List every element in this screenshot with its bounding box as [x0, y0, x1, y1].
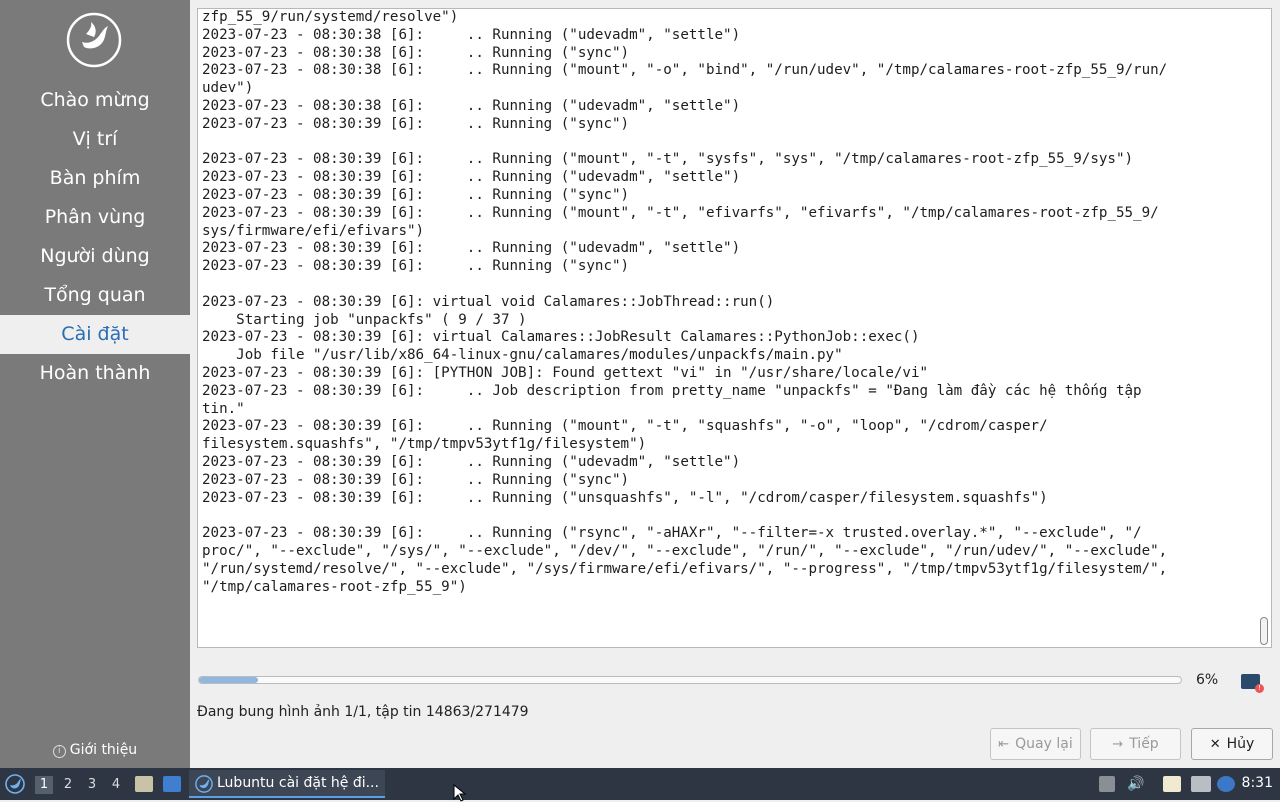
back-label: Quay lại	[1015, 736, 1073, 752]
info-icon: i	[52, 745, 66, 758]
workspace-3[interactable]: 3	[83, 776, 101, 794]
start-menu-icon[interactable]	[5, 774, 25, 794]
back-button[interactable]: ⇤ Quay lại	[990, 728, 1081, 760]
install-status-text: Đang bung hình ảnh 1/1, tập tin 14863/27…	[197, 704, 529, 720]
cancel-button[interactable]: ✕ Hủy	[1191, 728, 1273, 760]
install-progress-fill	[199, 677, 258, 683]
cancel-label: Hủy	[1226, 736, 1255, 752]
task-button-installer[interactable]: Lubuntu cài đặt hệ đi...	[189, 770, 385, 798]
sidebar-step-install: Cài đặt	[0, 315, 190, 354]
show-desktop-icon[interactable]	[163, 776, 181, 792]
sidebar-step-welcome: Chào mừng	[40, 89, 150, 111]
clipboard-icon[interactable]	[1163, 776, 1181, 792]
about-label: Giới thiệu	[69, 742, 138, 758]
next-button[interactable]: → Tiếp	[1090, 728, 1181, 760]
file-manager-icon[interactable]	[135, 776, 153, 792]
sidebar: Chào mừng Vị trí Bàn phím Phân vùng Ngườ…	[0, 0, 190, 768]
sidebar-step-summary: Tổng quan	[44, 284, 146, 306]
workspace-2[interactable]: 2	[59, 776, 77, 794]
workspace-4[interactable]: 4	[107, 776, 125, 794]
log-scrollbar[interactable]	[1255, 9, 1271, 647]
network-icon[interactable]	[1191, 776, 1211, 792]
close-icon: ✕	[1209, 737, 1221, 752]
volume-icon[interactable]: 🔊	[1127, 776, 1145, 792]
next-label: Tiếp	[1129, 736, 1159, 752]
about-button[interactable]: i Giới thiệu	[0, 740, 190, 760]
removable-media-icon[interactable]	[1099, 776, 1115, 792]
arrow-left-icon: ⇤	[998, 737, 1010, 752]
install-log-panel[interactable]: zfp_55_9/run/systemd/resolve") 2023-07-2…	[197, 8, 1272, 648]
sidebar-step-partitions: Phân vùng	[44, 206, 146, 228]
arrow-right-icon: →	[1112, 737, 1124, 752]
sidebar-step-location: Vị trí	[72, 128, 118, 150]
log-scrollbar-thumb[interactable]	[1260, 617, 1268, 645]
sidebar-step-finish: Hoàn thành	[39, 362, 151, 384]
clock[interactable]: 8:31	[1242, 775, 1273, 791]
taskbar: 1 2 3 4 Lubuntu cài đặt hệ đi... 🔊 8:31	[0, 768, 1280, 800]
lubuntu-logo-icon	[66, 12, 122, 68]
sidebar-step-users: Người dùng	[40, 245, 150, 267]
notification-icon[interactable]	[1217, 776, 1235, 792]
workspace-1[interactable]: 1	[35, 776, 53, 794]
installer-icon	[195, 775, 213, 793]
progress-percent: 6%	[1196, 672, 1219, 688]
mouse-cursor-icon	[453, 784, 467, 802]
toggle-log-icon[interactable]: !	[1241, 674, 1264, 693]
task-button-label: Lubuntu cài đặt hệ đi...	[217, 775, 379, 791]
sidebar-step-keyboard: Bàn phím	[49, 167, 141, 189]
install-log-text: zfp_55_9/run/systemd/resolve") 2023-07-2…	[202, 9, 1168, 595]
install-progress-bar	[198, 676, 1182, 684]
